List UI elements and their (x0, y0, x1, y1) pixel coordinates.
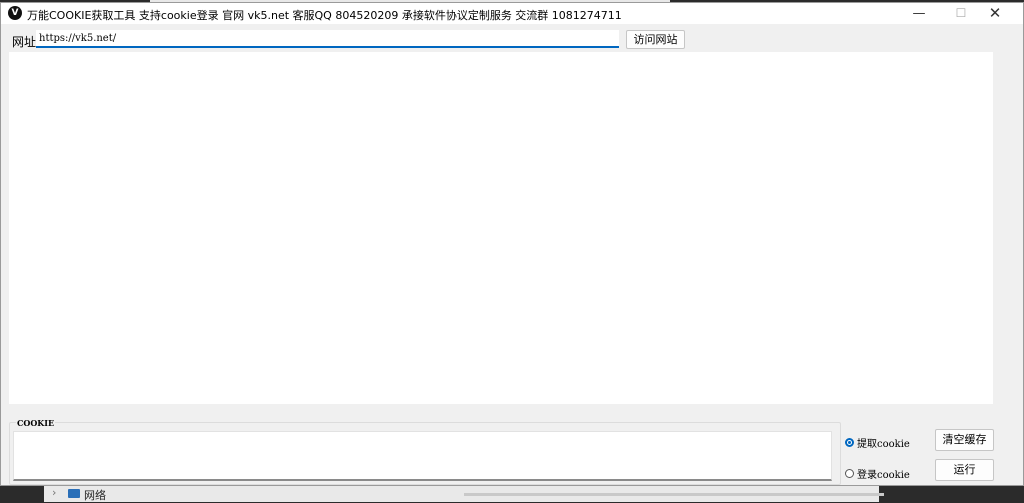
extract-cookie-label: 提取cookie (857, 439, 910, 450)
window-title: 万能COOKIE获取工具 支持cookie登录 官网 vk5.net 客服QQ … (27, 9, 622, 22)
url-input[interactable] (36, 30, 619, 48)
clear-cache-button[interactable]: 清空缓存 (935, 429, 994, 451)
extract-cookie-option[interactable]: 提取cookie (845, 435, 910, 450)
login-cookie-label: 登录cookie (857, 470, 910, 481)
chevron-right-icon: › (52, 486, 57, 499)
login-cookie-option[interactable]: 登录cookie (845, 466, 910, 481)
minimize-button[interactable]: — (899, 3, 939, 24)
cookie-groupbox: COOKIE (9, 418, 841, 485)
background-scrollbar (464, 493, 884, 496)
extract-cookie-radio[interactable] (845, 438, 854, 447)
close-button[interactable]: ✕ (975, 3, 1015, 24)
network-icon (68, 489, 80, 498)
visit-website-button[interactable]: 访问网站 (626, 30, 685, 49)
run-button[interactable]: 运行 (935, 459, 994, 481)
embedded-browser-view[interactable] (9, 52, 993, 404)
app-logo-icon: V (8, 6, 22, 20)
url-label: 网址 (12, 35, 37, 49)
title-bar: V 万能COOKIE获取工具 支持cookie登录 官网 vk5.net 客服Q… (1, 3, 1023, 24)
cookie-groupbox-label: COOKIE (16, 418, 56, 428)
login-cookie-radio[interactable] (845, 469, 854, 478)
cookie-textarea[interactable] (13, 431, 832, 481)
background-explorer-strip: › 网络 (44, 484, 884, 502)
main-window: V 万能COOKIE获取工具 支持cookie登录 官网 vk5.net 客服Q… (0, 2, 1024, 486)
